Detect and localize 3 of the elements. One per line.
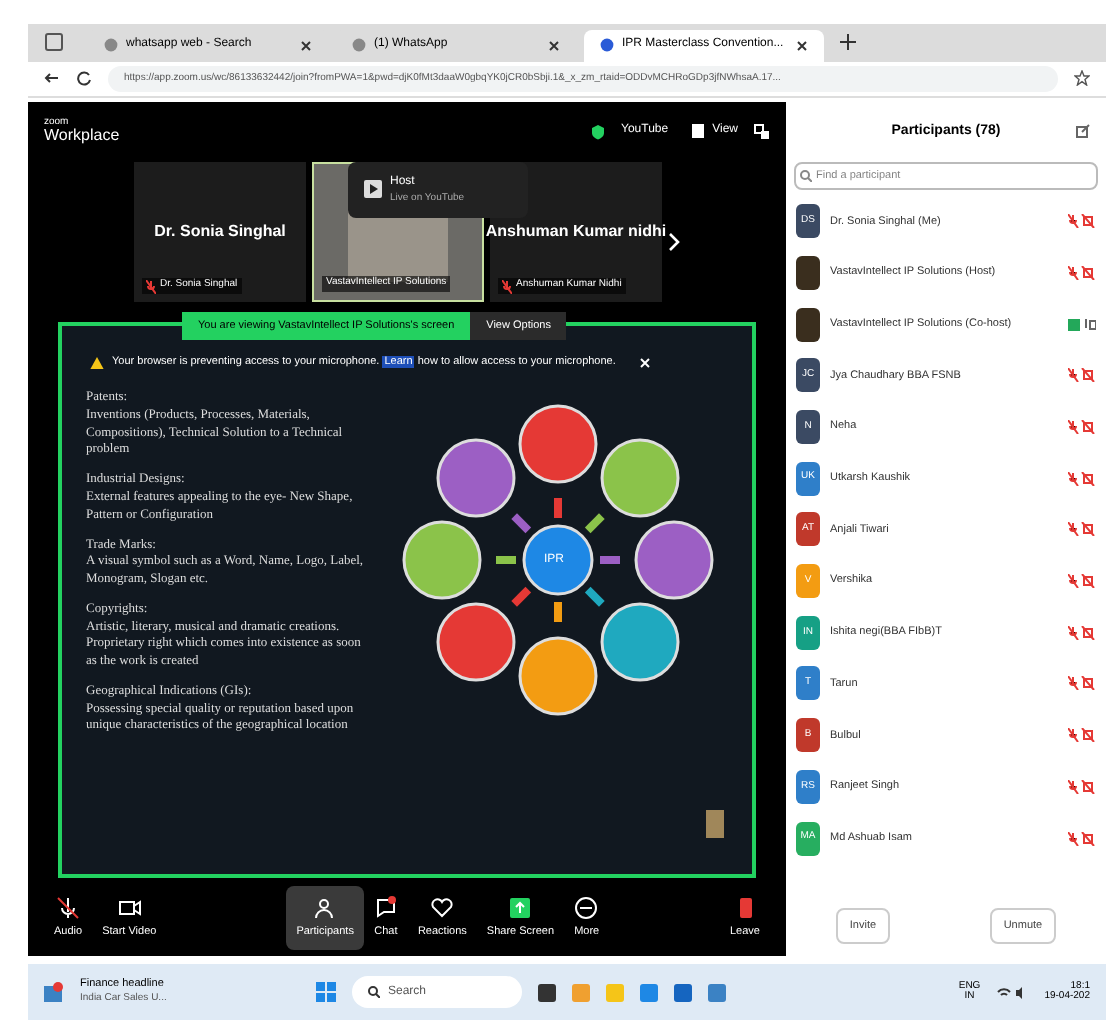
participant-name: Dr. Sonia Singhal — [154, 219, 286, 244]
participant-name: Anshuman Kumar nidhi — [485, 219, 667, 244]
product-name: Workplace — [44, 128, 120, 145]
